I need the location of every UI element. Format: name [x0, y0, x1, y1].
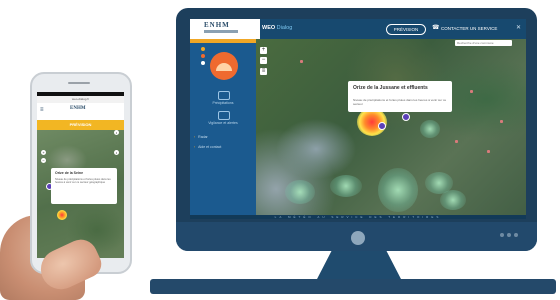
close-icon[interactable]: ✕ — [516, 24, 521, 31]
mobile-layer-button[interactable]: • — [114, 130, 119, 135]
mobile-header: ≡ ENHM — [37, 103, 124, 120]
storm-info-popup[interactable]: Orize de la Jussane et effluents Niveau … — [348, 81, 452, 112]
logo-text: ENHM — [204, 21, 230, 29]
phone-icon: ☎ — [432, 25, 440, 31]
mobile-popup-body: Niveau de précipitations et fortes pluie… — [55, 178, 111, 185]
monitor-indicator-dots — [500, 233, 518, 237]
sidebar-row-label: Radar — [198, 135, 208, 139]
sidebar-dot — [201, 61, 205, 65]
radar-cloud — [378, 168, 418, 212]
town-marker — [300, 60, 303, 63]
precipitation-icon — [218, 91, 230, 100]
radar-cloud — [440, 190, 466, 210]
menu-icon[interactable]: ≡ — [40, 107, 44, 113]
sidebar-row-help[interactable]: › Aide et contact — [194, 145, 221, 149]
map-pin-icon[interactable] — [402, 113, 410, 121]
mobile-zoom-out[interactable]: − — [41, 158, 46, 163]
prevision-button[interactable]: PRÉVISION — [386, 24, 426, 35]
desktop-logo-block[interactable]: ENHM — [190, 19, 260, 39]
sidebar-dot — [201, 54, 205, 58]
monitor-stand-neck — [316, 251, 402, 281]
mobile-prevision-button[interactable]: PRÉVISION — [37, 120, 124, 130]
popup-title: Orize de la Jussane et effluents — [353, 85, 428, 91]
mobile-popup-title: Orize de la Seine — [55, 171, 84, 175]
mobile-logo-text: ENHM — [70, 106, 86, 111]
sidebar-item-vigilance[interactable]: Vigilance et alertes — [198, 121, 248, 125]
town-marker — [470, 90, 473, 93]
radar-cloud — [330, 175, 362, 197]
brand-name: WEO — [262, 25, 276, 31]
phone-speaker — [68, 82, 90, 84]
mobile-url-bar[interactable]: weo-dialog.fr — [37, 96, 124, 103]
popup-body: Niveau de précipitations et fortes pluie… — [353, 98, 447, 106]
brand-subtitle: Dialog — [276, 25, 293, 31]
map-pin-icon[interactable] — [378, 122, 386, 130]
power-button[interactable] — [351, 231, 365, 245]
logo-underline — [204, 30, 238, 33]
sidebar-item-precipitations[interactable]: Précipitations — [198, 101, 248, 105]
commune-search-input[interactable]: Recherche d'une commune — [455, 40, 512, 46]
mobile-storm-cell[interactable] — [57, 210, 67, 220]
town-marker — [500, 120, 503, 123]
radar-cloud — [420, 120, 440, 138]
radar-cloud — [285, 180, 315, 204]
town-marker — [487, 150, 490, 153]
mobile-zoom-in[interactable]: + — [41, 150, 46, 155]
sidebar-dot — [201, 47, 205, 51]
sidebar-accent-bar — [190, 39, 260, 43]
alert-icon — [218, 111, 230, 120]
town-marker — [455, 140, 458, 143]
contact-link[interactable]: CONTACTER UN SERVICE — [441, 26, 497, 31]
sidebar-row-radar[interactable]: › Radar — [194, 135, 208, 139]
monitor-stand-base — [150, 279, 556, 294]
desktop-footer-bar: LA MÉTÉO AU SERVICE DES TERRITOIRES — [190, 215, 526, 219]
mobile-locate-button[interactable]: • — [114, 150, 119, 155]
layers-button[interactable]: ≡ — [260, 68, 267, 75]
sidebar-row-label: Aide et contact — [198, 145, 222, 149]
brand-title: WEO Dialog — [262, 25, 292, 31]
zoom-out-button[interactable]: − — [260, 57, 267, 64]
mobile-info-popup[interactable]: Orize de la Seine Niveau de précipitatio… — [51, 168, 117, 204]
zoom-in-button[interactable]: + — [260, 47, 267, 54]
